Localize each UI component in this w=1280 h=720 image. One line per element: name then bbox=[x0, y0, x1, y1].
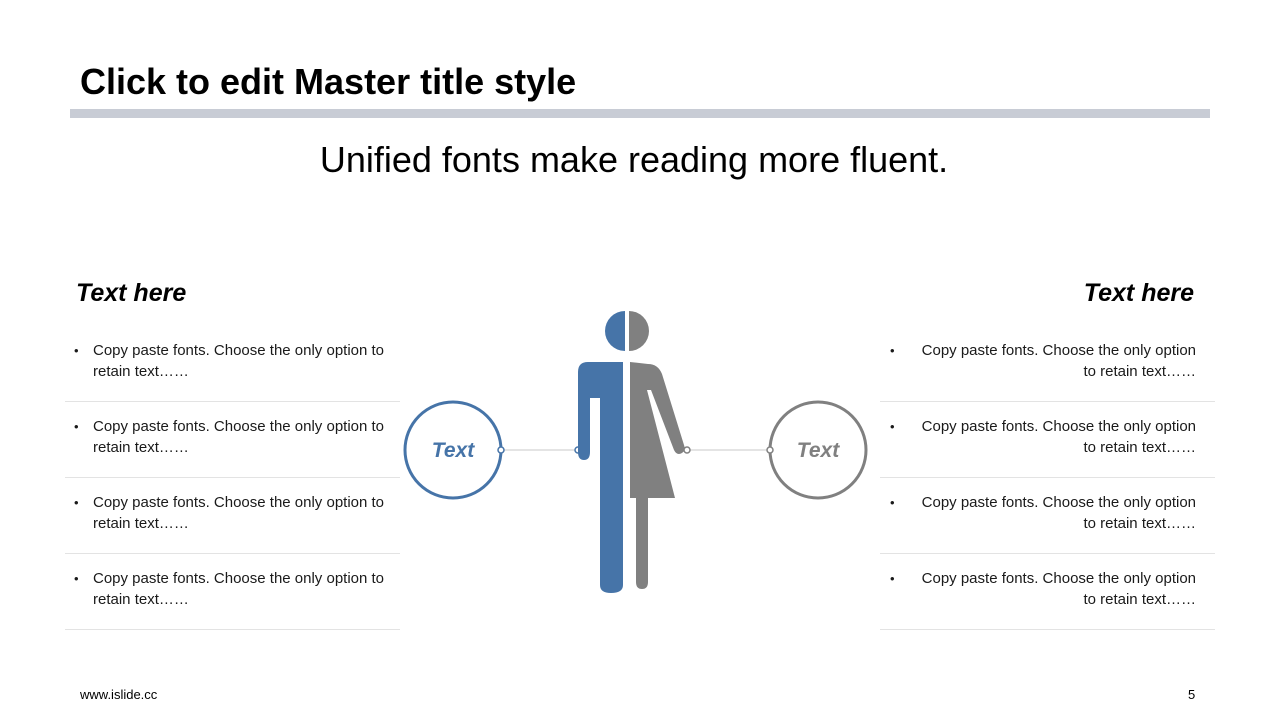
right-connector-dot bbox=[683, 446, 691, 454]
female-head-icon bbox=[629, 311, 649, 351]
male-body-icon bbox=[578, 362, 625, 593]
right-connector-dot bbox=[766, 446, 774, 454]
bullet-icon: • bbox=[74, 495, 79, 510]
list-item[interactable]: • Copy paste fonts. Choose the only opti… bbox=[880, 554, 1215, 630]
list-item-text: Copy paste fonts. Choose the only option… bbox=[93, 494, 385, 532]
bullet-icon: • bbox=[890, 495, 895, 510]
list-item-text: Copy paste fonts. Choose the only option… bbox=[921, 342, 1196, 380]
list-item-text: Copy paste fonts. Choose the only option… bbox=[93, 418, 385, 456]
list-item[interactable]: • Copy paste fonts. Choose the only opti… bbox=[65, 402, 400, 478]
male-head-icon bbox=[605, 311, 625, 351]
list-item[interactable]: • Copy paste fonts. Choose the only opti… bbox=[880, 402, 1215, 478]
right-circle-label: Text bbox=[797, 439, 840, 462]
bullet-icon: • bbox=[74, 571, 79, 586]
list-item[interactable]: • Copy paste fonts. Choose the only opti… bbox=[65, 326, 400, 402]
bullet-icon: • bbox=[890, 343, 895, 358]
title-divider bbox=[70, 109, 1210, 118]
slide-title[interactable]: Click to edit Master title style bbox=[80, 60, 576, 104]
page-number: 5 bbox=[1188, 687, 1196, 702]
list-item-text: Copy paste fonts. Choose the only option… bbox=[93, 570, 385, 608]
bullet-icon: • bbox=[74, 419, 79, 434]
list-item[interactable]: • Copy paste fonts. Choose the only opti… bbox=[880, 326, 1215, 402]
bullet-icon: • bbox=[74, 343, 79, 358]
list-item-text: Copy paste fonts. Choose the only option… bbox=[921, 494, 1196, 532]
list-item[interactable]: • Copy paste fonts. Choose the only opti… bbox=[65, 478, 400, 554]
list-item[interactable]: • Copy paste fonts. Choose the only opti… bbox=[65, 554, 400, 630]
left-bullet-list: • Copy paste fonts. Choose the only opti… bbox=[65, 326, 400, 630]
list-item-text: Copy paste fonts. Choose the only option… bbox=[93, 342, 385, 380]
left-heading[interactable]: Text here bbox=[76, 276, 186, 310]
slide-subtitle[interactable]: Unified fonts make reading more fluent. bbox=[0, 138, 1268, 182]
female-body-icon bbox=[630, 362, 685, 589]
right-bullet-list: • Copy paste fonts. Choose the only opti… bbox=[880, 326, 1215, 630]
male-female-split-icon bbox=[578, 311, 685, 593]
list-item[interactable]: • Copy paste fonts. Choose the only opti… bbox=[880, 478, 1215, 554]
left-connector-dot bbox=[497, 446, 505, 454]
right-heading[interactable]: Text here bbox=[1084, 276, 1194, 310]
bullet-icon: • bbox=[890, 571, 895, 586]
footer-url: www.islide.cc bbox=[80, 687, 158, 702]
left-circle-label: Text bbox=[432, 439, 475, 462]
list-item-text: Copy paste fonts. Choose the only option… bbox=[921, 570, 1196, 608]
gender-figure: Text Text bbox=[403, 311, 868, 593]
bullet-icon: • bbox=[890, 419, 895, 434]
list-item-text: Copy paste fonts. Choose the only option… bbox=[921, 418, 1196, 456]
